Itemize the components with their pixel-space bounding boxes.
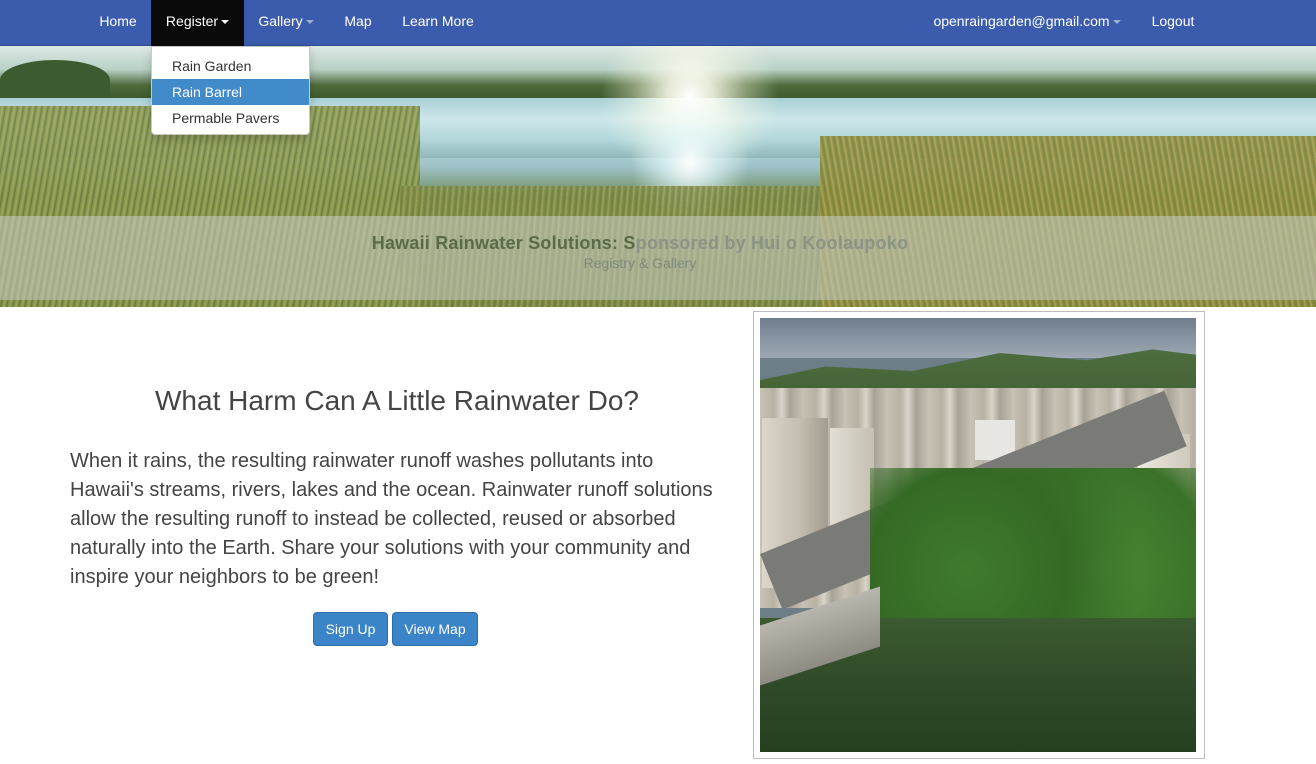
nav-home[interactable]: Home	[86, 0, 150, 46]
nav-gallery[interactable]: Gallery	[246, 0, 326, 46]
hero-title-part2: ponsored by Hui o Koolaupoko	[635, 233, 909, 253]
account-email: openraingarden@gmail.com	[933, 13, 1110, 29]
nav-map-label: Map	[344, 13, 372, 29]
nav-learn-more[interactable]: Learn More	[390, 0, 486, 46]
nav-home-label: Home	[99, 13, 137, 29]
nav-register[interactable]: Register	[151, 0, 244, 46]
dropdown-item-permable-pavers[interactable]: Permable Pavers	[152, 105, 309, 131]
view-map-button[interactable]: View Map	[392, 612, 478, 646]
navbar: Home Register Gallery Map Learn More ope…	[0, 0, 1316, 46]
dropdown-item-rain-garden[interactable]: Rain Garden	[152, 53, 309, 79]
sign-up-button[interactable]: Sign Up	[313, 612, 388, 646]
intro-paragraph: When it rains, the resulting rainwater r…	[70, 450, 713, 588]
nav-gallery-label: Gallery	[258, 13, 303, 29]
city-photo-frame	[753, 311, 1205, 759]
photo-sky	[760, 318, 1196, 358]
hero-title-part1: Hawaii Rainwater Solutions: S	[371, 233, 636, 253]
page-heading: What Harm Can A Little Rainwater Do?	[155, 385, 639, 416]
hero-title: Hawaii Rainwater Solutions: Sponsored by…	[0, 233, 1280, 254]
hero-subtitle: Registry & Gallery	[583, 255, 697, 271]
caret-down-icon	[305, 20, 314, 25]
dropdown-item-rain-barrel[interactable]: Rain Barrel	[152, 79, 309, 105]
register-dropdown-menu: Rain Garden Rain Barrel Permable Pavers	[151, 46, 310, 135]
caret-down-icon	[1112, 20, 1121, 25]
photo-trees	[870, 468, 1196, 638]
nav-map[interactable]: Map	[330, 0, 386, 46]
logout-label: Logout	[1151, 13, 1195, 29]
nav-register-label: Register	[165, 13, 219, 29]
nav-account[interactable]: openraingarden@gmail.com	[922, 0, 1132, 46]
nav-learn-more-label: Learn More	[402, 13, 474, 29]
caret-down-icon	[221, 20, 230, 25]
city-photo	[760, 318, 1196, 752]
logout-link[interactable]: Logout	[1138, 0, 1208, 46]
hero-tree-cluster	[0, 60, 110, 100]
